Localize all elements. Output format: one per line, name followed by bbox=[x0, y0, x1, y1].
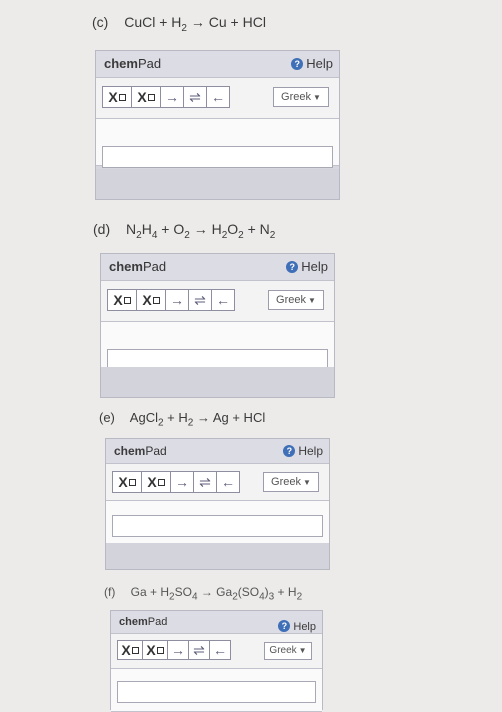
right-arrow-button[interactable]: → bbox=[165, 289, 189, 311]
chempad-header: chemPad ? Help bbox=[96, 51, 339, 78]
chempad-toolbar: X X → ⇌ ← Greek ▼ bbox=[111, 634, 322, 669]
chempad-title: chemPad bbox=[109, 259, 167, 274]
chempad-toolbar: X X → ⇌ ← Greek ▼ bbox=[101, 281, 334, 322]
chempad-header: chemPad ? Help bbox=[101, 254, 334, 281]
question-label: (f) bbox=[104, 585, 116, 599]
chempad-body bbox=[106, 501, 329, 544]
help-circle-icon: ? bbox=[283, 445, 296, 457]
question-label: (e) bbox=[99, 410, 115, 425]
greek-dropdown[interactable]: Greek ▼ bbox=[268, 290, 324, 310]
equilibrium-arrow-button[interactable]: ⇌ bbox=[188, 289, 212, 311]
help-link[interactable]: ? Help bbox=[286, 259, 328, 274]
chempad-toolbar: X X → ⇌ ← Greek ▼ bbox=[96, 78, 339, 119]
question-label: (c) bbox=[92, 14, 109, 30]
chempad-body bbox=[96, 119, 339, 168]
chempad-f: chemPad ? Help X X → ⇌ ← Greek ▼ bbox=[110, 610, 323, 712]
help-link[interactable]: ? Help bbox=[278, 620, 316, 633]
answer-input[interactable] bbox=[102, 146, 333, 168]
answer-input[interactable] bbox=[112, 515, 323, 537]
greek-dropdown[interactable]: Greek ▼ bbox=[264, 642, 312, 660]
caret-down-icon: ▼ bbox=[303, 478, 311, 487]
superscript-button[interactable]: X bbox=[136, 289, 166, 311]
equilibrium-arrow-button[interactable]: ⇌ bbox=[193, 471, 217, 493]
right-arrow-button[interactable]: → bbox=[160, 86, 184, 108]
chempad-body bbox=[101, 322, 334, 371]
chempad-header: chemPad ? Help bbox=[111, 611, 322, 634]
question-e: (e) AgCl2 + H2 → Ag + HCl bbox=[99, 410, 265, 429]
left-arrow-button[interactable]: ← bbox=[209, 640, 231, 660]
help-circle-icon: ? bbox=[286, 261, 299, 273]
caret-down-icon: ▼ bbox=[313, 93, 321, 102]
equation-e: AgCl2 + H2 → Ag + HCl bbox=[129, 410, 266, 429]
left-arrow-button[interactable]: ← bbox=[211, 289, 235, 311]
chempad-e: chemPad ? Help X X → ⇌ ← Greek ▼ bbox=[105, 438, 330, 570]
right-arrow-button[interactable]: → bbox=[167, 640, 189, 660]
caret-down-icon: ▼ bbox=[298, 646, 307, 655]
caret-down-icon: ▼ bbox=[308, 296, 316, 305]
equilibrium-arrow-button[interactable]: ⇌ bbox=[183, 86, 207, 108]
chempad-title: chemPad bbox=[104, 56, 162, 71]
chempad-footer bbox=[106, 543, 329, 569]
chempad-header: chemPad ? Help bbox=[106, 439, 329, 464]
chempad-toolbar: X X → ⇌ ← Greek ▼ bbox=[106, 464, 329, 501]
chempad-c: chemPad ? Help X X → ⇌ ← Greek ▼ bbox=[95, 50, 340, 200]
subscript-button[interactable]: X bbox=[112, 471, 142, 493]
help-circle-icon: ? bbox=[278, 620, 291, 632]
equation-d: N2H4 + O2 → H2O2 + N2 bbox=[126, 221, 276, 241]
superscript-button[interactable]: X bbox=[131, 86, 161, 108]
question-f: (f) Ga + H2SO4 → Ga2(SO4)3 + H2 bbox=[104, 585, 302, 602]
help-circle-icon: ? bbox=[291, 58, 304, 70]
help-link[interactable]: ? Help bbox=[291, 56, 333, 71]
subscript-button[interactable]: X bbox=[117, 640, 143, 660]
left-arrow-button[interactable]: ← bbox=[216, 471, 240, 493]
help-link[interactable]: ? Help bbox=[283, 444, 323, 458]
chempad-title: chemPad bbox=[114, 444, 167, 458]
superscript-button[interactable]: X bbox=[142, 640, 168, 660]
chempad-footer bbox=[96, 169, 339, 199]
question-label: (d) bbox=[93, 221, 111, 237]
subscript-button[interactable]: X bbox=[102, 86, 132, 108]
question-c: (c) CuCl + H2 → Cu + HCl bbox=[92, 14, 266, 34]
superscript-button[interactable]: X bbox=[141, 471, 171, 493]
left-arrow-button[interactable]: ← bbox=[206, 86, 230, 108]
chempad-footer bbox=[101, 367, 334, 397]
chempad-body bbox=[111, 669, 322, 712]
question-d: (d) N2H4 + O2 → H2O2 + N2 bbox=[93, 221, 275, 241]
equilibrium-arrow-button[interactable]: ⇌ bbox=[188, 640, 210, 660]
chempad-d: chemPad ? Help X X → ⇌ ← Greek ▼ bbox=[100, 253, 335, 398]
greek-dropdown[interactable]: Greek ▼ bbox=[273, 87, 329, 107]
equation-f: Ga + H2SO4 → Ga2(SO4)3 + H2 bbox=[130, 585, 303, 603]
subscript-button[interactable]: X bbox=[107, 289, 137, 311]
greek-dropdown[interactable]: Greek ▼ bbox=[263, 472, 319, 492]
chempad-title: chemPad bbox=[119, 616, 168, 628]
equation-c: CuCl + H2 → Cu + HCl bbox=[124, 14, 266, 34]
right-arrow-button[interactable]: → bbox=[170, 471, 194, 493]
